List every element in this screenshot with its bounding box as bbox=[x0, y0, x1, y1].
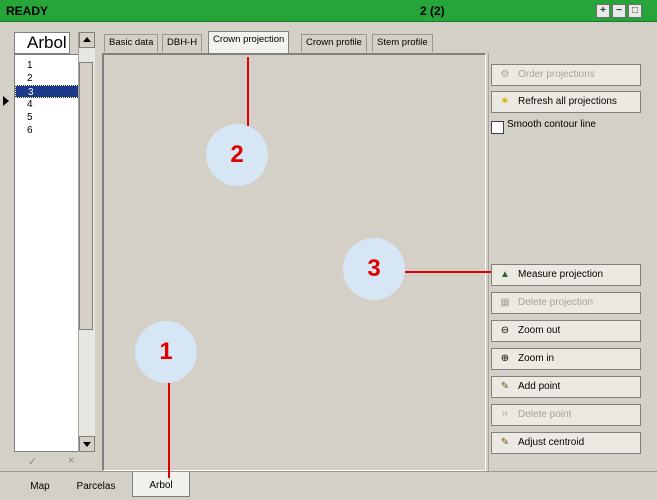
zoom-out-button[interactable]: ⊖ Zoom out bbox=[491, 320, 641, 342]
scroll-thumb[interactable] bbox=[79, 62, 93, 330]
delete-point-button: ⌗ Delete point bbox=[491, 404, 641, 426]
add-point-button[interactable]: ✎ Add point bbox=[491, 376, 641, 398]
list-item[interactable]: 2 bbox=[15, 72, 79, 85]
delete-projection-button: ▦ Delete projection bbox=[491, 292, 641, 314]
refresh-projections-button[interactable]: ✷ Refresh all projections bbox=[491, 91, 641, 113]
confirm-icon[interactable]: ✓ bbox=[28, 455, 37, 468]
list-item[interactable]: 6 bbox=[15, 124, 79, 137]
scroll-down-button[interactable] bbox=[79, 436, 95, 452]
tab-arbol[interactable]: Arbol bbox=[132, 472, 190, 497]
tab-crown-projection[interactable]: Crown projection bbox=[208, 31, 290, 53]
zoom-in-icon: ⊕ bbox=[500, 353, 510, 364]
order-projections-button: ⚙ Order projections bbox=[491, 64, 641, 86]
delete-point-icon: ⌗ bbox=[502, 409, 508, 420]
annotation-callout: 3 bbox=[343, 238, 405, 300]
annotation-callout: 1 bbox=[135, 321, 197, 383]
record-count: 2 (2) bbox=[420, 4, 445, 18]
projection-canvas[interactable] bbox=[102, 53, 486, 471]
adjust-centroid-button[interactable]: ✎ Adjust centroid bbox=[491, 432, 641, 454]
cancel-icon[interactable]: × bbox=[68, 455, 74, 467]
list-item-selected[interactable]: 3 bbox=[15, 85, 79, 98]
minimize-button[interactable]: − bbox=[612, 4, 626, 18]
restore-button[interactable]: □ bbox=[628, 4, 642, 18]
list-item[interactable]: 5 bbox=[15, 111, 79, 124]
list-item[interactable]: 4 bbox=[15, 98, 79, 111]
sparkle-icon: ✷ bbox=[500, 96, 510, 107]
zoom-out-icon: ⊖ bbox=[500, 325, 510, 336]
annotation-line bbox=[405, 271, 491, 273]
scroll-up-button[interactable] bbox=[79, 32, 95, 48]
tab-parcelas[interactable]: Parcelas bbox=[66, 479, 126, 497]
list-header[interactable]: Arbol bbox=[14, 32, 70, 54]
panel-divider bbox=[488, 53, 489, 471]
annotation-line bbox=[168, 381, 170, 478]
tab-dbh-h[interactable]: DBH-H bbox=[162, 34, 203, 52]
status-text: READY bbox=[6, 4, 49, 18]
arrow-down-icon bbox=[83, 442, 91, 447]
tree-list[interactable]: 1 2 3 4 5 6 bbox=[14, 54, 80, 452]
arrow-up-icon bbox=[83, 37, 91, 42]
list-item[interactable]: 1 bbox=[15, 59, 79, 72]
smooth-contour-checkbox[interactable] bbox=[491, 121, 504, 134]
add-window-button[interactable]: + bbox=[596, 4, 610, 18]
list-footer: ✓ × bbox=[14, 454, 94, 471]
tab-basic-data[interactable]: Basic data bbox=[104, 34, 159, 52]
annotation-line bbox=[247, 57, 249, 126]
order-icon: ⚙ bbox=[500, 69, 510, 80]
annotation-callout: 2 bbox=[206, 124, 268, 186]
tab-crown-profile[interactable]: Crown profile bbox=[301, 34, 367, 52]
tab-map[interactable]: Map bbox=[18, 479, 62, 497]
status-bar bbox=[0, 0, 657, 22]
tab-stem-profile[interactable]: Stem profile bbox=[372, 34, 433, 52]
smooth-contour-label: Smooth contour line bbox=[507, 119, 596, 130]
delete-projection-icon: ▦ bbox=[500, 297, 510, 308]
tree-icon: ▲ bbox=[500, 269, 510, 280]
pencil-icon: ✎ bbox=[500, 437, 510, 448]
current-row-indicator-icon bbox=[3, 96, 9, 106]
pencil-icon: ✎ bbox=[500, 381, 510, 392]
measure-projection-button[interactable]: ▲ Measure projection bbox=[491, 264, 641, 286]
zoom-in-button[interactable]: ⊕ Zoom in bbox=[491, 348, 641, 370]
